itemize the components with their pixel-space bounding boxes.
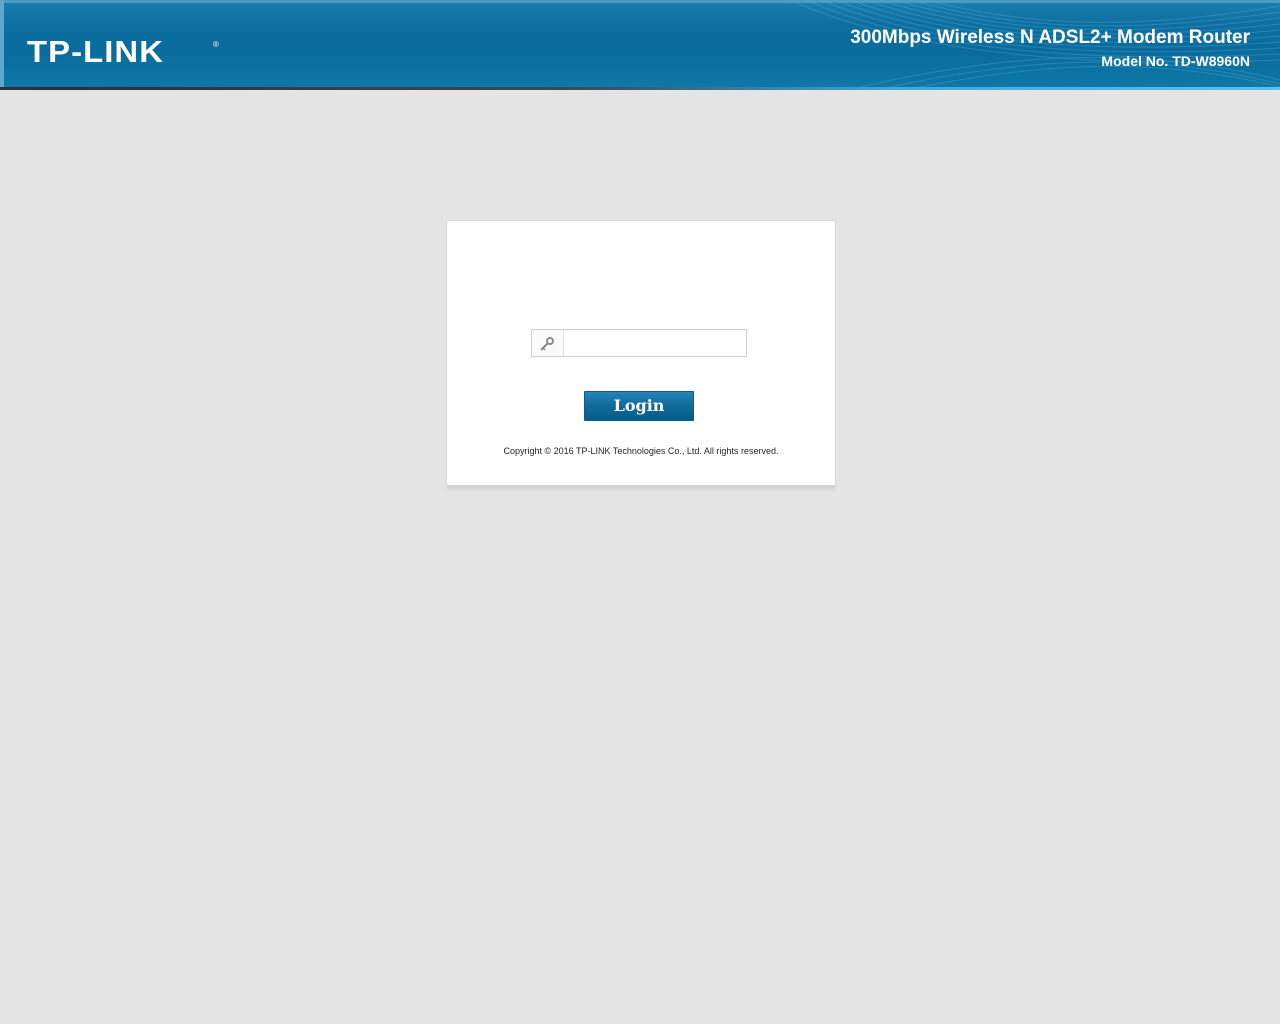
tp-link-logo: TP-LINK xyxy=(27,34,165,69)
header-banner: TP-LINK ® 300Mbps Wireless N ADSL2+ Mode… xyxy=(0,0,1280,87)
header-left-edge xyxy=(0,0,4,87)
password-field-wrapper xyxy=(531,329,747,357)
login-button[interactable]: Login xyxy=(584,391,694,421)
copyright-text: Copyright © 2016 TP-LINK Technologies Co… xyxy=(503,446,779,456)
registered-mark: ® xyxy=(213,40,219,49)
header-bottom-border xyxy=(0,87,1280,90)
login-panel: Login Copyright © 2016 TP-LINK Technolog… xyxy=(446,220,836,486)
password-input[interactable] xyxy=(564,330,746,356)
password-icon-cell xyxy=(532,330,564,356)
product-name: 300Mbps Wireless N ADSL2+ Modem Router xyxy=(850,27,1250,48)
key-icon xyxy=(540,337,554,351)
model-number: Model No. TD-W8960N xyxy=(1101,53,1250,69)
panel-shadow xyxy=(447,486,835,492)
